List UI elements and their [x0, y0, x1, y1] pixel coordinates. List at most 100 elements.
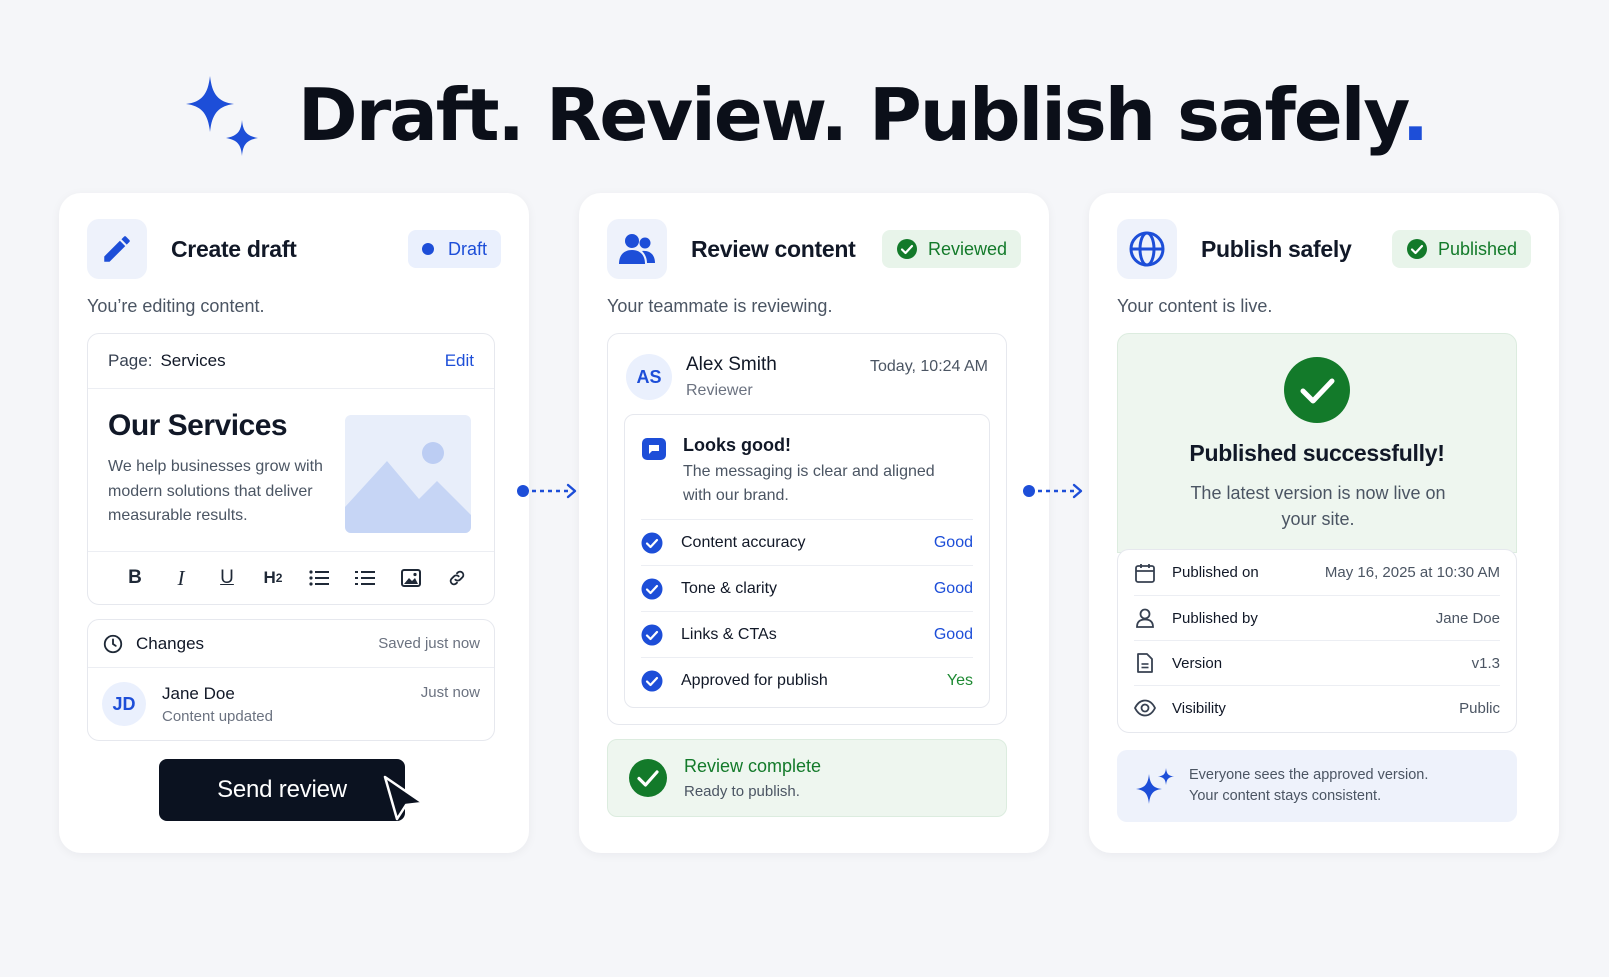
create-draft-card: Create draft Draft You’re editing conten…	[59, 193, 529, 853]
changes-panel: Changes Saved just now JD Jane Doe Conte…	[87, 619, 495, 741]
status-badge: Published	[1391, 230, 1531, 268]
reviewer-header: AS Alex Smith Reviewer Today, 10:24 AM	[626, 348, 988, 408]
review-panel: AS Alex Smith Reviewer Today, 10:24 AM L…	[607, 333, 1007, 725]
clock-icon	[103, 634, 123, 653]
detail-label: Visibility	[1172, 699, 1226, 717]
check-circle-icon	[1406, 239, 1427, 259]
status-badge: Reviewed	[881, 230, 1021, 268]
reviewer-info: Alex Smith Reviewer	[686, 348, 870, 408]
detail-label: Version	[1172, 654, 1223, 672]
success-body: The latest version is now live on your s…	[1190, 483, 1446, 529]
detail-value: Jane Doe	[1435, 609, 1500, 627]
content-body: We help businesses grow with modern solu…	[108, 458, 323, 524]
sparkles-icon	[1136, 768, 1174, 804]
card-subtitle: You’re editing content.	[87, 296, 265, 316]
comment-body: The messaging is clear and aligned with …	[683, 463, 935, 504]
users-icon	[607, 219, 667, 279]
underline-icon[interactable]: U	[204, 563, 250, 593]
check-circle-icon	[641, 670, 663, 691]
changes-header: Changes Saved just now	[88, 620, 494, 668]
success-title: Published successfully!	[1189, 440, 1445, 466]
page-headline: Draft. Review. Publish safely.	[0, 60, 1609, 170]
review-complete-banner: Review complete Ready to publish.	[607, 739, 1007, 817]
reviewer-role: Reviewer	[686, 382, 753, 399]
checklist-value: Good	[933, 579, 973, 597]
card-title: Create draft	[171, 235, 297, 262]
detail-row: Published on May 16, 2025 at 10:30 AM	[1134, 550, 1500, 595]
avatar: AS	[626, 354, 672, 400]
cursor-icon	[383, 775, 425, 821]
checklist-value: Good	[933, 533, 973, 551]
italic-icon[interactable]: I	[158, 563, 204, 593]
review-complete-title: Review complete	[684, 756, 822, 776]
check-circle-icon	[629, 759, 667, 797]
detail-value: v1.3	[1471, 654, 1500, 672]
page-label: Page:	[108, 351, 153, 370]
changes-label: Changes	[136, 633, 205, 653]
publish-safely-card: Publish safely Published Your content is…	[1089, 193, 1559, 853]
document-icon	[1137, 653, 1153, 673]
flow-arrow-icon	[1023, 483, 1083, 499]
image-icon[interactable]	[388, 563, 434, 593]
page-value: Services	[160, 351, 226, 370]
review-timestamp: Today, 10:24 AM	[870, 358, 988, 375]
check-circle-icon	[1284, 357, 1350, 423]
checklist-label: Approved for publish	[681, 671, 828, 689]
check-circle-icon	[641, 624, 663, 645]
change-details: Jane Doe Content updated	[162, 684, 421, 725]
change-time: Just now	[420, 684, 480, 701]
status-badge-label: Reviewed	[927, 238, 1007, 259]
bold-icon[interactable]: B	[112, 563, 158, 593]
bulleted-list-icon[interactable]	[296, 563, 342, 593]
status-badge-label: Published	[1437, 238, 1517, 259]
check-circle-icon	[896, 239, 917, 259]
card-title: Publish safely	[1201, 235, 1352, 262]
reviewer-name: Alex Smith	[686, 354, 777, 375]
review-feedback: Looks good! The messaging is clear and a…	[624, 414, 990, 708]
avatar: JD	[102, 682, 146, 726]
checklist-label: Links & CTAs	[681, 625, 777, 643]
editor-header: Page: Services Edit	[88, 334, 494, 389]
checklist-item: Tone & clarity Good	[641, 565, 973, 611]
content-heading: Our Services	[108, 409, 288, 442]
status-badge: Draft	[407, 230, 501, 268]
page-title: Draft. Review. Publish safely.	[297, 73, 1429, 157]
status-dot-icon	[421, 243, 434, 255]
consistency-note: Everyone sees the approved version. Your…	[1117, 750, 1517, 822]
review-complete-body: Ready to publish.	[684, 783, 800, 800]
publish-success-panel: Published successfully! The latest versi…	[1117, 333, 1517, 553]
card-subtitle: Your teammate is reviewing.	[607, 296, 833, 316]
change-action: Content updated	[162, 707, 273, 725]
flow-arrow-icon	[517, 483, 577, 499]
detail-row: Visibility Public	[1134, 685, 1500, 730]
check-circle-icon	[641, 532, 663, 553]
card-header: Create draft Draft	[87, 219, 501, 279]
comment-text: Looks good! The messaging is clear and a…	[683, 435, 953, 508]
detail-value: Public	[1459, 699, 1500, 717]
checklist-item: Links & CTAs Good	[641, 611, 973, 657]
review-checklist: Content accuracy Good Tone & clarity Goo…	[641, 519, 973, 703]
link-icon[interactable]	[434, 563, 480, 593]
checklist-value: Good	[933, 625, 973, 643]
send-review-button[interactable]: Send review	[159, 759, 405, 821]
edit-link[interactable]: Edit	[445, 351, 474, 371]
note-text: Everyone sees the approved version. Your…	[1189, 765, 1428, 807]
editor-body[interactable]: Our Services We help businesses grow wit…	[88, 389, 494, 551]
sparkles-icon	[185, 76, 258, 156]
card-title: Review content	[691, 235, 856, 262]
checklist-value: Yes	[946, 671, 973, 689]
list-icon[interactable]	[342, 563, 388, 593]
heading-2-icon[interactable]: H2	[250, 563, 296, 593]
user-icon	[1136, 608, 1154, 628]
pencil-icon	[87, 219, 147, 279]
detail-value: May 16, 2025 at 10:30 AM	[1324, 564, 1500, 581]
comment-title: Looks good!	[683, 435, 791, 455]
content-editor: Page: Services Edit Our Services We help…	[87, 333, 495, 605]
review-comment: Looks good! The messaging is clear and a…	[641, 435, 973, 508]
note-line: Your content stays consistent.	[1189, 788, 1382, 804]
detail-row: Version v1.3	[1134, 640, 1500, 685]
formatting-toolbar: B I U H2	[88, 551, 494, 604]
change-author: Jane Doe	[162, 683, 235, 703]
checklist-label: Content accuracy	[681, 533, 806, 551]
checklist-item: Content accuracy Good	[641, 519, 973, 565]
